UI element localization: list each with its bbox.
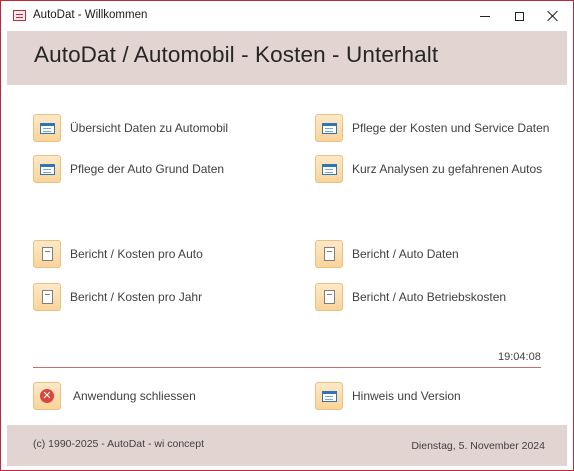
report-icon-box [315,283,343,311]
current-date: Dienstag, 5. November 2024 [411,440,545,452]
bericht-kosten-auto-button[interactable]: Bericht / Kosten pro Auto [33,240,203,268]
form-icon [321,163,337,175]
pflege-grund-button[interactable]: Pflege der Auto Grund Daten [33,155,224,183]
app-window: AutoDat - Willkommen AutoDat / Automobil… [0,0,574,471]
bericht-kosten-jahr-label: Bericht / Kosten pro Jahr [70,290,203,304]
bericht-betriebskosten-label: Bericht / Auto Betriebskosten [352,290,507,304]
uebersicht-label: Übersicht Daten zu Automobil [70,121,229,135]
maximize-button[interactable] [501,1,537,31]
bericht-betriebskosten-button[interactable]: Bericht / Auto Betriebskosten [315,283,506,311]
form-icon-box [315,382,343,410]
divider [33,367,541,368]
report-icon-box [315,240,343,268]
bericht-kosten-jahr-button[interactable]: Bericht / Kosten pro Jahr [33,283,202,311]
exit-icon-box: ✕ [33,382,61,410]
close-icon [547,10,559,22]
title-bar[interactable]: AutoDat - Willkommen [1,1,573,31]
header-band: AutoDat / Automobil - Kosten - Unterhalt [7,31,567,85]
report-icon-box [33,240,61,268]
form-icon [39,163,55,175]
form-icon-box [33,155,61,183]
report-icon [41,247,53,261]
hinweis-version-button[interactable]: Hinweis und Version [315,382,461,410]
bericht-auto-daten-label: Bericht / Auto Daten [352,247,459,261]
pflege-kosten-button[interactable]: Pflege der Kosten und Service Daten [315,114,549,142]
window-title: AutoDat - Willkommen [33,9,148,21]
bericht-auto-daten-button[interactable]: Bericht / Auto Daten [315,240,459,268]
hinweis-version-label: Hinweis und Version [352,389,461,403]
form-icon-box [315,155,343,183]
exit-icon: ✕ [40,389,54,403]
form-icon [39,122,55,134]
pflege-grund-label: Pflege der Auto Grund Daten [70,162,225,176]
report-icon [323,290,335,304]
close-window-button[interactable] [535,1,571,31]
report-icon [41,290,53,304]
copyright-text: (c) 1990-2025 - AutoDat - wi concept [33,438,205,450]
anwendung-schliessen-label: Anwendung schliessen [73,389,196,403]
form-icon [321,390,337,402]
access-form-icon [13,10,26,21]
uebersicht-button[interactable]: Übersicht Daten zu Automobil [33,114,228,142]
footer-band: (c) 1990-2025 - AutoDat - wi concept Die… [7,425,567,466]
kurz-analysen-button[interactable]: Kurz Analysen zu gefahrenen Autos [315,155,542,183]
report-icon-box [33,283,61,311]
maximize-icon [514,11,524,21]
pflege-kosten-label: Pflege der Kosten und Service Daten [352,121,550,135]
bericht-kosten-auto-label: Bericht / Kosten pro Auto [70,247,203,261]
form-icon-box [315,114,343,142]
minimize-icon [480,15,490,17]
page-title: AutoDat / Automobil - Kosten - Unterhalt [34,42,439,67]
form-icon-box [33,114,61,142]
form-icon [321,122,337,134]
anwendung-schliessen-button[interactable]: ✕ Anwendung schliessen [33,382,196,410]
clock-time: 19:04:08 [498,351,541,363]
kurz-analysen-label: Kurz Analysen zu gefahrenen Autos [352,162,543,176]
minimize-button[interactable] [467,1,503,31]
report-icon [323,247,335,261]
